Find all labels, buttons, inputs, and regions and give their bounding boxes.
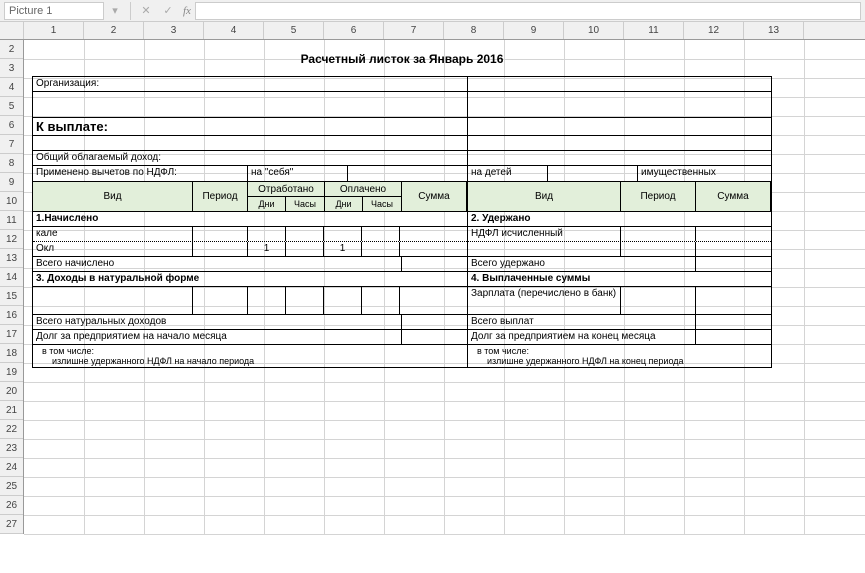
th-paid-hours: Часы <box>363 197 401 212</box>
col-header[interactable]: 5 <box>264 22 324 39</box>
col-header[interactable]: 8 <box>444 22 504 39</box>
accept-icon[interactable]: ✓ <box>159 2 177 20</box>
th-sum: Сумма <box>402 182 467 212</box>
col-header[interactable]: 3 <box>144 22 204 39</box>
th-paid-days: Дни <box>325 197 363 212</box>
row-header[interactable]: 23 <box>0 439 23 458</box>
row-okl: Окл <box>33 242 193 256</box>
row-header[interactable]: 22 <box>0 420 23 439</box>
col-header[interactable]: 2 <box>84 22 144 39</box>
col-header[interactable]: 10 <box>564 22 624 39</box>
total-paid: Всего выплат <box>468 315 696 329</box>
payslip-picture[interactable]: Расчетный листок за Январь 2016 Организа… <box>32 52 772 368</box>
section-withheld: 2. Удержано <box>468 212 771 226</box>
section-natural: 3. Доходы в натуральной форме <box>33 272 467 286</box>
okl-paid-days: 1 <box>324 242 362 256</box>
row-kale: кале <box>33 227 193 241</box>
note-including: в том числе: <box>36 346 464 356</box>
row-header[interactable]: 16 <box>0 306 23 325</box>
col-header[interactable]: 7 <box>384 22 444 39</box>
note-overheld-end: излишне удержанного НДФЛ на конец период… <box>471 356 768 366</box>
select-all-corner[interactable] <box>0 22 24 39</box>
payslip-title: Расчетный листок за Январь 2016 <box>32 52 772 66</box>
row-header[interactable]: 24 <box>0 458 23 477</box>
col-header[interactable]: 6 <box>324 22 384 39</box>
cancel-icon[interactable]: ✕ <box>137 2 155 20</box>
formula-input[interactable] <box>195 2 861 20</box>
row-header[interactable]: 9 <box>0 173 23 192</box>
row-header[interactable]: 6 <box>0 116 23 135</box>
row-header[interactable]: 18 <box>0 344 23 363</box>
deduct-self: на "себя" <box>248 166 348 181</box>
th-sum-r: Сумма <box>696 182 771 212</box>
section-paid-out: 4. Выплаченные суммы <box>468 272 771 286</box>
row-header[interactable]: 17 <box>0 325 23 344</box>
total-withheld: Всего удержано <box>468 257 696 271</box>
dropdown-icon[interactable]: ▾ <box>106 2 124 20</box>
deduct-property: имущественных <box>638 166 771 181</box>
org-label: Организация: <box>33 77 468 91</box>
debt-end-value <box>696 330 771 344</box>
col-header[interactable]: 12 <box>684 22 744 39</box>
col-header[interactable]: 11 <box>624 22 684 39</box>
col-header[interactable]: 4 <box>204 22 264 39</box>
formula-bar-toolbar: ▾ ✕ ✓ fx <box>0 0 865 22</box>
row-header[interactable]: 15 <box>0 287 23 306</box>
debt-end: Долг за предприятием на конец месяца <box>468 330 696 344</box>
row-header[interactable]: 7 <box>0 135 23 154</box>
col-header[interactable]: 9 <box>504 22 564 39</box>
row-header[interactable]: 3 <box>0 59 23 78</box>
note-overheld-start: излишне удержанного НДФЛ на начало перио… <box>36 356 464 366</box>
okl-worked-days: 1 <box>248 242 286 256</box>
header-block: Организация: К выплате: Общий облагаемый… <box>32 76 772 182</box>
debt-start: Долг за предприятием на начало месяца <box>33 330 402 344</box>
deductions-label: Применено вычетов по НДФЛ: <box>33 166 248 181</box>
column-headers: 1 2 3 4 5 6 7 8 9 10 11 12 13 <box>0 22 865 40</box>
row-header[interactable]: 10 <box>0 192 23 211</box>
row-header[interactable]: 12 <box>0 230 23 249</box>
row-header[interactable]: 11 <box>0 211 23 230</box>
row-header[interactable]: 13 <box>0 249 23 268</box>
row-header[interactable]: 27 <box>0 515 23 534</box>
th-vid: Вид <box>33 182 193 212</box>
section-accrued: 1.Начислено <box>33 212 467 226</box>
th-period-r: Период <box>621 182 696 212</box>
col-header[interactable]: 13 <box>744 22 804 39</box>
row-salary-bank: Зарплата (перечислено в банк) <box>468 287 621 314</box>
payout-label: К выплате: <box>33 118 468 135</box>
row-header[interactable]: 19 <box>0 363 23 382</box>
taxable-income-label: Общий облагаемый доход: <box>33 151 468 165</box>
th-paid: Оплачено <box>325 182 401 197</box>
main-table: Вид Период Отработано Дни Часы Оплачено <box>32 182 772 368</box>
right-pane: Вид Период Сумма 2. Удержано НДФЛ исчисл… <box>468 182 771 367</box>
row-ndfl: НДФЛ исчисленный <box>468 227 621 241</box>
row-header[interactable]: 2 <box>0 40 23 59</box>
row-header[interactable]: 4 <box>0 78 23 97</box>
left-pane: Вид Период Отработано Дни Часы Оплачено <box>33 182 468 367</box>
row-header[interactable]: 14 <box>0 268 23 287</box>
row-headers: 2 3 4 5 6 7 8 9 10 11 12 13 14 15 16 17 … <box>0 40 24 534</box>
deduct-children: на детей <box>468 166 548 181</box>
sheet-area[interactable]: Расчетный листок за Январь 2016 Организа… <box>24 40 865 534</box>
fx-icon[interactable]: fx <box>183 5 191 17</box>
note-including-r: в том числе: <box>471 346 768 356</box>
row-header[interactable]: 26 <box>0 496 23 515</box>
row-header[interactable]: 25 <box>0 477 23 496</box>
total-natural: Всего натуральных доходов <box>33 315 402 329</box>
name-box[interactable] <box>4 2 104 20</box>
th-worked-hours: Часы <box>286 197 324 212</box>
row-header[interactable]: 21 <box>0 401 23 420</box>
th-worked: Отработано <box>248 182 324 197</box>
separator <box>130 2 131 20</box>
col-header[interactable]: 1 <box>24 22 84 39</box>
row-header[interactable]: 20 <box>0 382 23 401</box>
total-accrued: Всего начислено <box>33 257 402 271</box>
row-header[interactable]: 5 <box>0 97 23 116</box>
row-header[interactable]: 8 <box>0 154 23 173</box>
th-vid-r: Вид <box>468 182 621 212</box>
th-period: Период <box>193 182 248 212</box>
th-worked-days: Дни <box>248 197 286 212</box>
